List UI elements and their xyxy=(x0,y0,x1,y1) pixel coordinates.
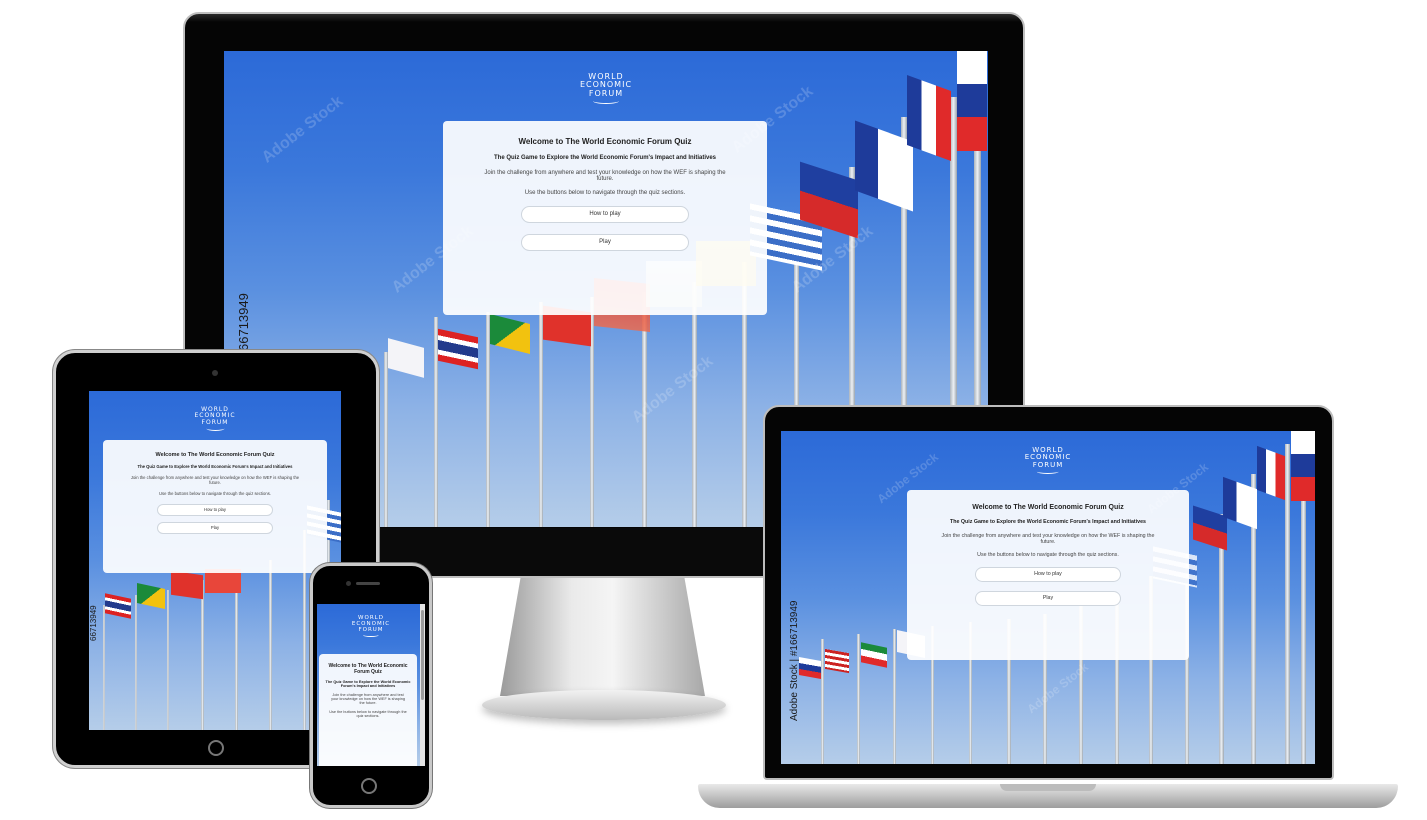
phone-screen: WORLD ECONOMIC FORUM Welcome to The Worl… xyxy=(317,604,425,766)
how-to-play-button[interactable]: How to play xyxy=(975,567,1121,582)
card-nav-hint: Use the buttons below to navigate throug… xyxy=(159,491,271,496)
card-intro: Join the challenge from anywhere and tes… xyxy=(484,170,726,182)
laptop-notch xyxy=(1000,784,1096,791)
wef-logo[interactable]: WORLD ECONOMIC FORUM xyxy=(1025,446,1072,475)
card-subtitle: The Quiz Game to Explore the World Econo… xyxy=(493,155,717,161)
card-title: Welcome to The World Economic Forum Quiz xyxy=(155,452,275,458)
tablet-home-button[interactable] xyxy=(208,740,224,756)
page-scrollbar[interactable] xyxy=(420,604,425,766)
monitor-stand-base xyxy=(482,690,726,720)
card-nav-hint: Use the buttons below to navigate throug… xyxy=(329,710,407,718)
welcome-card: Welcome to The World Economic Forum Quiz… xyxy=(103,440,327,573)
logo-line: FORUM xyxy=(588,88,624,98)
card-subtitle: The Quiz Game to Explore the World Econo… xyxy=(325,680,411,688)
wef-logo[interactable]: WORLD ECONOMIC FORUM xyxy=(194,406,235,431)
stock-id: Adobe Stock | #166713949 xyxy=(789,600,800,721)
card-nav-hint: Use the buttons below to navigate throug… xyxy=(977,552,1119,558)
play-button[interactable]: Play xyxy=(975,591,1121,606)
welcome-card: Welcome to The World Economic Forum Quiz… xyxy=(907,490,1189,660)
play-button[interactable]: Play xyxy=(157,522,273,534)
welcome-card: Welcome to The World Economic Forum Quiz… xyxy=(443,121,767,315)
card-title: Welcome to The World Economic Forum Quiz xyxy=(972,504,1124,511)
how-to-play-button[interactable]: How to play xyxy=(157,504,273,516)
card-nav-hint: Use the buttons below to navigate throug… xyxy=(524,190,686,196)
stock-id: 66713949 xyxy=(236,293,251,351)
card-title: Welcome to The World Economic Forum Quiz xyxy=(518,137,692,146)
site-background: WORLD ECONOMIC FORUM Welcome to The Worl… xyxy=(317,604,425,766)
monitor-stand xyxy=(500,578,705,696)
card-intro: Join the challenge from anywhere and tes… xyxy=(331,693,405,705)
card-subtitle: The Quiz Game to Explore the World Econo… xyxy=(137,464,293,469)
stock-id: 66713949 xyxy=(89,605,98,641)
phone-camera xyxy=(346,581,351,586)
wef-logo[interactable]: WORLD ECONOMIC FORUM xyxy=(352,615,390,638)
logo-line: FORUM xyxy=(201,418,229,426)
card-subtitle: The Quiz Game to Explore the World Econo… xyxy=(949,519,1146,525)
phone-home-button[interactable] xyxy=(361,778,377,794)
welcome-card: Welcome to The World Economic Forum Quiz… xyxy=(319,654,417,766)
tablet-screen: 66713949 WORLD ECONOMIC FORUM Welcome to… xyxy=(89,391,341,730)
card-intro: Join the challenge from anywhere and tes… xyxy=(130,475,300,485)
card-title: Welcome to The World Economic Forum Quiz xyxy=(328,663,408,675)
wef-logo[interactable]: WORLD ECONOMIC FORUM xyxy=(580,72,632,105)
card-intro: Join the challenge from anywhere and tes… xyxy=(941,533,1155,545)
laptop-screen: Adobe Stock Adobe Stock Adobe Stock Adob… xyxy=(781,431,1315,764)
logo-line: FORUM xyxy=(1032,460,1064,469)
phone-speaker xyxy=(356,582,380,585)
logo-arc xyxy=(1037,469,1059,475)
how-to-play-button[interactable]: How to play xyxy=(521,206,689,223)
site-background: 66713949 WORLD ECONOMIC FORUM Welcome to… xyxy=(89,391,341,730)
site-background: Adobe Stock Adobe Stock Adobe Stock Adob… xyxy=(781,431,1315,764)
logo-line: FORUM xyxy=(358,626,384,633)
logo-arc xyxy=(206,426,224,431)
logo-arc xyxy=(592,98,619,105)
tablet-camera xyxy=(212,370,218,376)
play-button[interactable]: Play xyxy=(521,234,689,251)
logo-arc xyxy=(362,633,379,638)
